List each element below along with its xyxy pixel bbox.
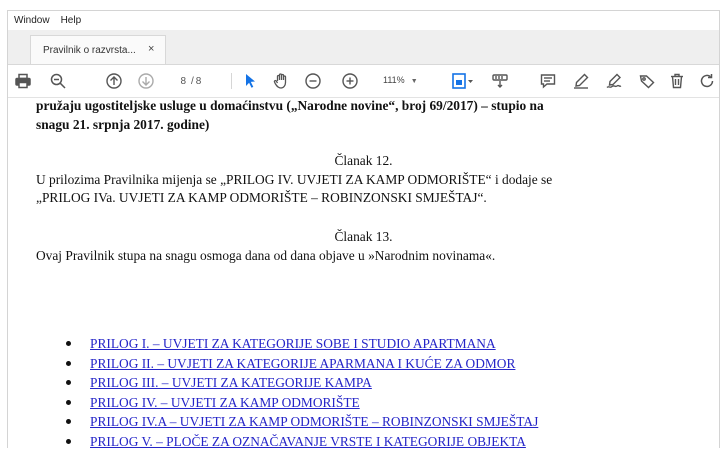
list-item: PRILOG II. – UVJETI ZA KATEGORIJE APARMA…: [50, 354, 538, 374]
zoom-in-icon[interactable]: [341, 72, 359, 90]
scroll-mode-icon[interactable]: [491, 72, 509, 90]
bullet: [66, 419, 71, 425]
link-prilog-3[interactable]: PRILOG III. – UVJETI ZA KATEGORIJE KAMPA: [90, 375, 372, 390]
list-item: PRILOG IV.A – UVJETI ZA KAMP ODMORIŠTE –…: [50, 412, 538, 432]
intro-line-2: snagu 21. srpnja 2017. godine): [36, 117, 210, 132]
article-13-text: Ovaj Pravilnik stupa na snagu osmoga dan…: [36, 247, 696, 265]
menu-bar: Window Help: [8, 11, 719, 30]
zoom-value: 111%: [383, 75, 405, 85]
article-13-heading: Članak 13.: [334, 229, 393, 244]
bullet: [66, 341, 71, 346]
print-icon[interactable]: [14, 72, 32, 90]
list-item: PRILOG I. – UVJETI ZA KATEGORIJE SOBE I …: [50, 334, 538, 354]
page-separator: /: [191, 75, 194, 87]
tab-strip: Pravilnik o razvrsta... ×: [8, 30, 719, 65]
link-prilog-1[interactable]: PRILOG I. – UVJETI ZA KATEGORIJE SOBE I …: [90, 336, 496, 351]
article-13-line-1: Ovaj Pravilnik stupa na snagu osmoga dan…: [36, 248, 496, 263]
article-12-text: U prilozima Pravilnika mijenja se „PRILO…: [36, 171, 696, 207]
intro-line-1: pružaju ugostiteljske usluge u domaćinst…: [36, 98, 544, 113]
list-item: PRILOG IV. – UVJETI ZA KAMP ODMORIŠTE: [50, 393, 538, 413]
zoom-out-icon[interactable]: [304, 72, 322, 90]
page-indicator: 8/8: [172, 72, 201, 90]
fit-page-icon[interactable]: [451, 72, 475, 90]
select-arrow-icon[interactable]: [241, 72, 259, 90]
link-prilog-5[interactable]: PRILOG V. – PLOČE ZA OZNAČAVANJE VRSTE I…: [90, 434, 526, 448]
sign-icon[interactable]: [605, 72, 623, 90]
bullet: [66, 438, 71, 444]
link-prilog-4[interactable]: PRILOG IV. – UVJETI ZA KAMP ODMORIŠTE: [90, 395, 360, 410]
page-up-icon[interactable]: [105, 72, 123, 90]
toolbar: 8/8 111% ▼: [8, 65, 719, 98]
bullet: [66, 399, 71, 405]
delete-icon[interactable]: [668, 72, 686, 90]
highlight-pen-icon[interactable]: [572, 72, 590, 90]
tab-title: Pravilnik o razvrsta...: [43, 45, 136, 56]
article-12-line-2: „PRILOG IVa. UVJETI ZA KAMP ODMORIŠTE – …: [36, 190, 487, 205]
tab-close-icon[interactable]: ×: [148, 43, 154, 55]
chevron-down-icon: ▼: [410, 78, 418, 85]
link-prilog-4a[interactable]: PRILOG IV.A – UVJETI ZA KAMP ODMORIŠTE –…: [90, 414, 538, 429]
attachment-link-list: PRILOG I. – UVJETI ZA KATEGORIJE SOBE I …: [50, 334, 538, 448]
menu-window[interactable]: Window: [8, 11, 55, 26]
list-item: PRILOG III. – UVJETI ZA KATEGORIJE KAMPA: [50, 373, 538, 393]
page-down-icon[interactable]: [137, 72, 155, 90]
intro-paragraph: pružaju ugostiteljske usluge u domaćinst…: [36, 96, 676, 134]
article-12-heading: Članak 12.: [334, 153, 393, 168]
document-page: pružaju ugostiteljske usluge u domaćinst…: [8, 98, 719, 448]
link-prilog-2[interactable]: PRILOG II. – UVJETI ZA KATEGORIJE APARMA…: [90, 356, 515, 371]
menu-help[interactable]: Help: [55, 11, 87, 26]
comment-icon[interactable]: [539, 72, 557, 90]
page-total: 8: [195, 75, 202, 87]
toolbar-divider: [231, 73, 232, 89]
article-12-line-1: U prilozima Pravilnika mijenja se „PRILO…: [36, 172, 553, 187]
hand-icon[interactable]: [272, 72, 290, 90]
rotate-icon[interactable]: [698, 72, 716, 90]
app-window: Window Help Pravilnik o razvrsta... × 8/8: [7, 10, 720, 448]
bullet: [66, 360, 71, 366]
zoom-select[interactable]: 111% ▼: [383, 75, 418, 85]
tab-document[interactable]: Pravilnik o razvrsta... ×: [30, 35, 166, 64]
stamp-icon[interactable]: [638, 72, 656, 90]
bullet: [66, 380, 71, 386]
search-icon[interactable]: [49, 72, 67, 90]
page-number-input[interactable]: 8: [172, 76, 189, 87]
list-item: PRILOG V. – PLOČE ZA OZNAČAVANJE VRSTE I…: [50, 432, 538, 448]
